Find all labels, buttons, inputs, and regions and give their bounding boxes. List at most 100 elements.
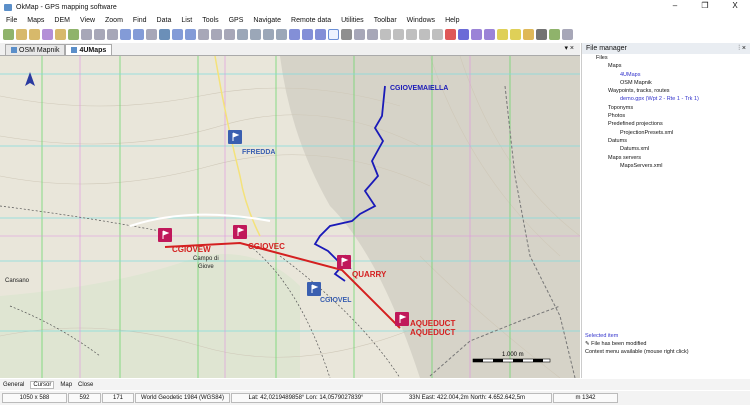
toolbar-button-icon[interactable] bbox=[94, 29, 105, 40]
toolbar-button-icon[interactable] bbox=[42, 29, 53, 40]
tree-item[interactable]: Waypoints, tracks, routes bbox=[586, 87, 750, 95]
toolbar-button-icon[interactable] bbox=[107, 29, 118, 40]
toolbar-button-icon[interactable] bbox=[237, 29, 248, 40]
menu-utilities[interactable]: Utilities bbox=[341, 17, 364, 24]
tree-item[interactable]: Maps bbox=[586, 62, 750, 70]
toolbar-button-icon[interactable] bbox=[445, 29, 456, 40]
minimize-button[interactable]: – bbox=[660, 0, 690, 12]
panel-pin-close[interactable]: ⫶ × bbox=[738, 45, 746, 53]
tab-map[interactable]: Map bbox=[60, 382, 72, 388]
toolbar-button-icon[interactable] bbox=[16, 29, 27, 40]
waypoint-cgiovew[interactable] bbox=[158, 228, 172, 242]
toolbar-button-icon[interactable] bbox=[81, 29, 92, 40]
menu-remote-data[interactable]: Remote data bbox=[291, 17, 331, 24]
menu-find[interactable]: Find bbox=[133, 17, 147, 24]
tab-close[interactable]: Close bbox=[78, 382, 93, 388]
toolbar-button-icon[interactable] bbox=[458, 29, 469, 40]
toolbar-button-icon[interactable] bbox=[120, 29, 131, 40]
close-button[interactable]: X bbox=[720, 0, 750, 12]
toolbar-button-icon[interactable] bbox=[471, 29, 482, 40]
status-y: 171 bbox=[102, 393, 134, 403]
toolbar-button-icon[interactable] bbox=[198, 29, 209, 40]
toolbar-button-icon[interactable] bbox=[380, 29, 391, 40]
tab-4umaps[interactable]: 4UMaps bbox=[65, 44, 113, 55]
waypoint-quarry[interactable] bbox=[337, 255, 351, 269]
menu-gps[interactable]: GPS bbox=[229, 17, 244, 24]
tab-cursor[interactable]: Cursor bbox=[30, 380, 55, 389]
tree-item[interactable]: 4UMaps bbox=[586, 71, 750, 79]
toolbar-button-icon[interactable] bbox=[510, 29, 521, 40]
toolbar-button-icon[interactable] bbox=[367, 29, 378, 40]
toolbar-button-icon[interactable] bbox=[562, 29, 573, 40]
toolbar-button-icon[interactable] bbox=[159, 29, 170, 40]
toolbar-button-icon[interactable] bbox=[354, 29, 365, 40]
map-view[interactable]: CGIOVEMAIELLA FFREDDA CGIOVEW CGIOVEC QU… bbox=[0, 56, 580, 378]
menu-toolbar[interactable]: Toolbar bbox=[374, 17, 397, 24]
tree-item[interactable]: Datums.xml bbox=[586, 145, 750, 153]
menu-navigate[interactable]: Navigate bbox=[253, 17, 281, 24]
menu-dem[interactable]: DEM bbox=[54, 17, 70, 24]
tree-item[interactable]: demo.gpx (Wpt 2 - Rte 1 - Trk 1) bbox=[586, 95, 750, 103]
status-size: 1050 x 588 bbox=[2, 393, 67, 403]
tree-item[interactable]: Datums bbox=[586, 137, 750, 145]
toolbar-button-icon[interactable] bbox=[393, 29, 404, 40]
toolbar-button-icon[interactable] bbox=[484, 29, 495, 40]
toolbar-button-icon[interactable] bbox=[55, 29, 66, 40]
waypoint-cgiovel[interactable] bbox=[307, 282, 321, 296]
menu-maps[interactable]: Maps bbox=[27, 17, 44, 24]
toolbar-button-icon[interactable] bbox=[211, 29, 222, 40]
tree-item[interactable]: ProjectionPresets.xml bbox=[586, 129, 750, 137]
toolbar-button-icon[interactable] bbox=[523, 29, 534, 40]
toolbar-button-icon[interactable] bbox=[172, 29, 183, 40]
toolbar-button-icon[interactable] bbox=[406, 29, 417, 40]
toolbar-button-icon[interactable] bbox=[549, 29, 560, 40]
tab-general[interactable]: General bbox=[3, 382, 24, 388]
status-bar: 1050 x 588 592 171 World Geodetic 1984 (… bbox=[0, 391, 750, 405]
toolbar-button-icon[interactable] bbox=[432, 29, 443, 40]
toolbar-button-icon[interactable] bbox=[29, 29, 40, 40]
status-x: 592 bbox=[68, 393, 101, 403]
toolbar-button-icon[interactable] bbox=[185, 29, 196, 40]
menu-data[interactable]: Data bbox=[157, 17, 172, 24]
toolbar-button-icon[interactable] bbox=[341, 29, 352, 40]
toolbar-button-icon[interactable] bbox=[3, 29, 14, 40]
tab-close-button[interactable]: ▾ × bbox=[564, 44, 574, 52]
maximize-button[interactable]: ❐ bbox=[690, 0, 720, 12]
menu-file[interactable]: File bbox=[6, 17, 17, 24]
toolbar-button-icon[interactable] bbox=[263, 29, 274, 40]
tree-item[interactable]: Photos bbox=[586, 112, 750, 120]
toolbar-button-icon[interactable] bbox=[276, 29, 287, 40]
toolbar-button-icon[interactable] bbox=[328, 29, 339, 40]
tree-item[interactable]: Toponyms bbox=[586, 104, 750, 112]
tab-label: 4UMaps bbox=[79, 46, 107, 54]
menu-view[interactable]: View bbox=[80, 17, 95, 24]
file-manager-panel: File manager ⫶ × Files Maps 4UMaps OSM Ma… bbox=[581, 43, 750, 378]
toolbar-button-icon[interactable] bbox=[419, 29, 430, 40]
waypoint-aqueduct[interactable] bbox=[395, 312, 409, 326]
toolbar-button-icon[interactable] bbox=[315, 29, 326, 40]
tree-item[interactable]: Files bbox=[586, 54, 750, 62]
toolbar-button-icon[interactable] bbox=[250, 29, 261, 40]
waypoint-cgiovec[interactable] bbox=[233, 225, 247, 239]
menu-help[interactable]: Help bbox=[445, 17, 459, 24]
tree-item[interactable]: Maps servers bbox=[586, 154, 750, 162]
context-hint: Context menu available (mouse right clic… bbox=[585, 349, 689, 355]
menu-zoom[interactable]: Zoom bbox=[105, 17, 123, 24]
toolbar-button-icon[interactable] bbox=[133, 29, 144, 40]
toolbar-button-icon[interactable] bbox=[68, 29, 79, 40]
tree-item[interactable]: MapsServers.xml bbox=[586, 162, 750, 170]
toolbar-button-icon[interactable] bbox=[289, 29, 300, 40]
toolbar-button-icon[interactable] bbox=[536, 29, 547, 40]
map-tabs: OSM Mapnik 4UMaps ▾ × bbox=[0, 43, 580, 56]
toolbar-button-icon[interactable] bbox=[146, 29, 157, 40]
tree-item[interactable]: OSM Mapnik bbox=[586, 79, 750, 87]
tree-item[interactable]: Predefined projections bbox=[586, 120, 750, 128]
waypoint-ffredda[interactable] bbox=[228, 130, 242, 144]
toolbar-button-icon[interactable] bbox=[497, 29, 508, 40]
tab-osm-mapnik[interactable]: OSM Mapnik bbox=[5, 44, 66, 55]
menu-tools[interactable]: Tools bbox=[202, 17, 218, 24]
toolbar-button-icon[interactable] bbox=[224, 29, 235, 40]
toolbar-button-icon[interactable] bbox=[302, 29, 313, 40]
menu-windows[interactable]: Windows bbox=[407, 17, 435, 24]
menu-list[interactable]: List bbox=[181, 17, 192, 24]
